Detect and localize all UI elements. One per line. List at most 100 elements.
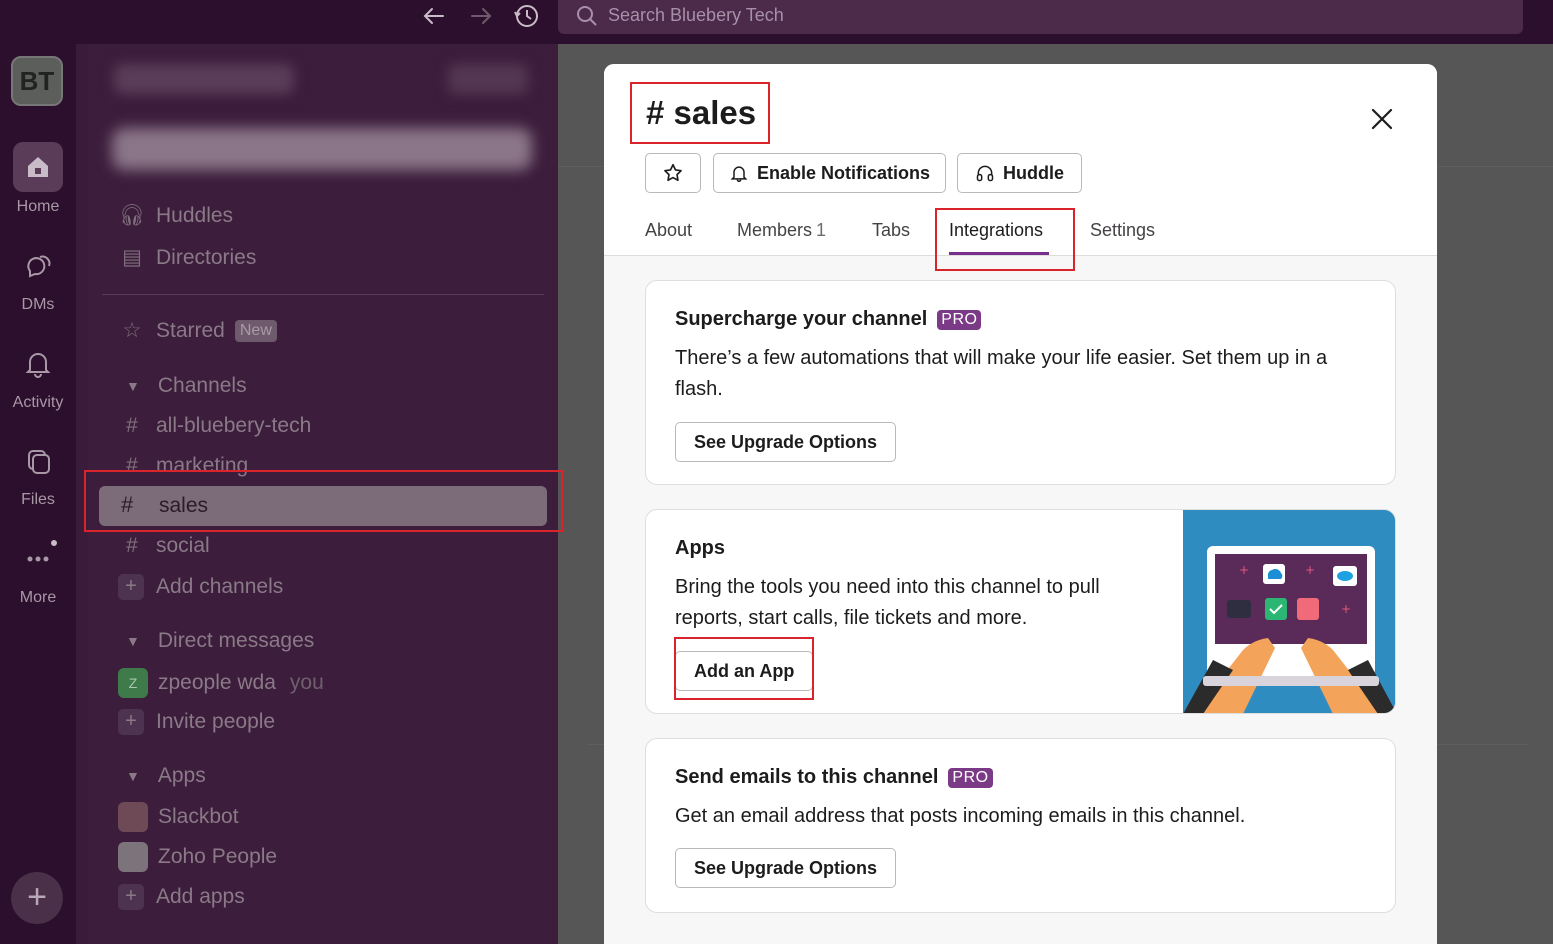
plus-icon: + [118,574,144,600]
plus-icon: + [118,884,144,910]
directory-icon: ▤ [122,246,142,269]
caret-down-icon: ▼ [126,768,140,784]
sidebar-section-apps[interactable]: ▼ Apps [118,764,206,788]
star-button[interactable] [645,153,701,193]
invite-people-button[interactable]: + Invite people [118,709,275,735]
tab-tabs[interactable]: Tabs [872,220,910,241]
sidebar-divider [102,294,544,295]
channel-name: sales [673,94,757,131]
rail-home[interactable]: Home [0,142,76,216]
channel-label: all-bluebery-tech [156,414,312,437]
zoho-people-avatar [118,842,148,872]
apps-illustration: + + + [1183,510,1395,713]
hash-icon: # [126,414,138,437]
close-icon[interactable] [1367,104,1397,134]
card-title: Supercharge your channel PRO [675,308,982,331]
sidebar-channel-marketing[interactable]: # marketing [118,454,248,478]
sidebar-app-zoho-people[interactable]: Zoho People [118,842,277,872]
blurred-banner [112,128,532,170]
top-bar: Search Bluebery Tech [0,0,1553,44]
workspace-avatar[interactable]: BT [11,56,63,106]
sidebar-item-label: Directories [156,245,257,269]
sidebar-item-label: Huddles [156,204,234,227]
modal-header: # sales Enable Notifications Huddle Abou… [604,64,1437,256]
search-icon [577,6,597,26]
sidebar-section-dms[interactable]: ▼ Direct messages [118,629,314,653]
section-header: Apps [157,764,206,787]
search-bar[interactable]: Search Bluebery Tech [558,0,1523,34]
email-card: Send emails to this channel PRO Get an e… [645,738,1396,913]
app-label: Slackbot [158,805,239,828]
sidebar-section-starred[interactable]: ☆ Starred New [118,318,277,343]
add-channels-button[interactable]: + Add channels [118,574,283,600]
sidebar-section-channels[interactable]: ▼ Channels [118,374,247,398]
hash-icon: # [121,492,134,517]
new-badge: New [234,319,277,342]
tab-settings[interactable]: Settings [1090,220,1155,241]
apps-card: Apps Bring the tools you need into this … [645,509,1396,714]
sidebar-channel-sales[interactable]: # sales [99,486,547,526]
forward-arrow-icon[interactable] [467,2,495,30]
active-tab-indicator [949,252,1049,255]
bell-icon [730,166,748,183]
sidebar-item-directories[interactable]: ▤ Directories [118,245,256,270]
sidebar-channel-all-bluebery-tech[interactable]: # all-bluebery-tech [118,414,311,438]
channel-label: sales [159,494,209,517]
sidebar-item-label: Starred [156,318,225,342]
add-apps-button[interactable]: + Add apps [118,884,245,910]
section-header: Channels [157,374,247,397]
email-title: Send emails to this channel [675,766,939,788]
hash-icon: # [646,94,665,131]
rail-activity[interactable]: Activity [0,338,76,412]
sidebar-item-huddles[interactable]: 🎧︎ Huddles [118,204,233,228]
rail-dms-label: DMs [21,296,55,313]
email-description: Get an email address that posts incoming… [675,805,1246,827]
search-placeholder: Search Bluebery Tech [608,5,784,25]
sidebar-dm-zpeople[interactable]: Z zpeople wda you [118,668,324,698]
members-count: 1 [816,220,827,240]
rail-home-label: Home [16,198,60,215]
channel-sidebar: 🎧︎ Huddles ▤ Directories ☆ Starred New ▼… [88,44,558,944]
star-icon: ☆ [122,319,142,342]
avatar: Z [118,668,148,698]
more-icon [27,540,57,562]
headphones-icon: 🎧︎ [118,204,146,227]
rail-files-label: Files [21,491,55,508]
star-icon [664,163,682,182]
slackbot-avatar [118,802,148,832]
blurred-header-icons [448,64,528,94]
sidebar-app-slackbot[interactable]: Slackbot [118,802,239,832]
enable-notifications-label: Enable Notifications [756,162,931,183]
channel-label: marketing [156,454,249,477]
history-icon[interactable] [512,2,540,30]
pro-badge: PRO [948,767,993,788]
sidebar-channel-social[interactable]: # social [118,534,210,558]
rail-dms[interactable]: DMs [0,240,76,314]
channel-details-modal: # sales Enable Notifications Huddle Abou… [604,64,1437,944]
you-label: you [289,671,324,694]
add-workspace-button[interactable]: + [11,872,63,924]
section-header: Direct messages [157,629,315,652]
workspace-rail: BT Home DMs Activity Files More + [0,44,76,944]
rail-activity-label: Activity [12,394,64,411]
tab-integrations[interactable]: Integrations [949,220,1043,241]
app-label: Zoho People [158,845,278,868]
back-arrow-icon[interactable] [420,2,448,30]
home-icon [13,142,63,192]
enable-notifications-button[interactable]: Enable Notifications [713,153,946,193]
caret-down-icon: ▼ [126,378,140,394]
svg-text:+: + [1341,602,1351,616]
add-channels-label: Add channels [156,575,284,598]
plus-icon: + [118,709,144,735]
rail-files[interactable]: Files [0,435,76,509]
huddle-button[interactable]: Huddle [957,153,1082,193]
tab-members[interactable]: Members 1 [737,220,826,241]
rail-more[interactable]: More [0,533,76,607]
tab-members-label: Members [737,220,813,240]
tab-about[interactable]: About [645,220,692,241]
see-upgrade-options-button[interactable]: See Upgrade Options [675,422,897,462]
bell-icon [25,353,51,378]
hash-icon: # [126,534,138,557]
see-upgrade-options-button[interactable]: See Upgrade Options [675,848,897,888]
add-an-app-button[interactable]: Add an App [675,651,814,691]
